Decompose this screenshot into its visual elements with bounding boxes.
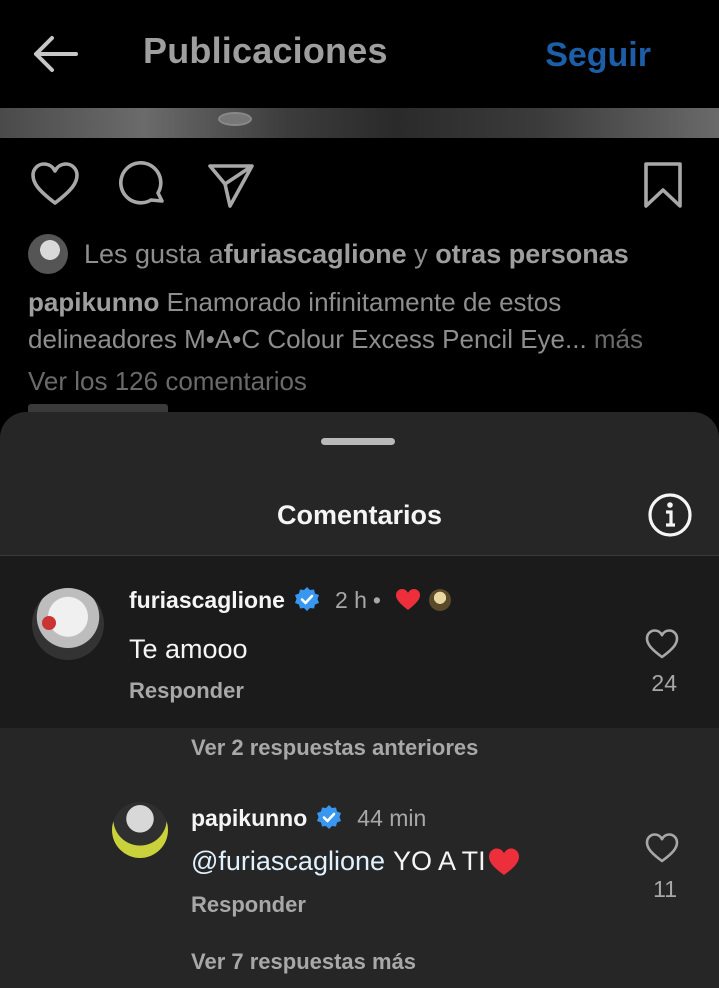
view-previous-replies-link[interactable]: Ver 2 respuestas anteriores: [191, 735, 478, 761]
back-arrow-icon[interactable]: [30, 34, 80, 74]
top-bar: Publicaciones Seguir: [0, 0, 719, 108]
verified-badge-icon: [294, 587, 319, 611]
partially-hidden-comment: [28, 398, 690, 412]
red-heart-emoji-icon: [488, 848, 519, 875]
comment-username[interactable]: furiascaglione: [129, 587, 285, 614]
liker-avatar: [28, 234, 68, 274]
heart-outline-icon[interactable]: [645, 832, 679, 864]
bookmark-icon[interactable]: [638, 160, 688, 210]
reply-button[interactable]: Responder: [129, 678, 244, 704]
author-avatar: [428, 589, 451, 611]
mention-link[interactable]: @furiascaglione: [191, 846, 385, 877]
comment-text: Te amooo: [129, 634, 248, 664]
comments-sheet: Comentarios furiascaglione 2 h • Te amoo…: [0, 412, 719, 988]
author-liked-heart-icon: [395, 589, 420, 610]
reply-text: @furiascaglione YO A TI: [191, 846, 520, 877]
liker-username[interactable]: furiascaglione: [224, 239, 407, 270]
sheet-drag-handle[interactable]: [321, 438, 395, 445]
info-circle-icon[interactable]: [647, 492, 693, 538]
post-caption[interactable]: papikunno Enamorado infinitamente de est…: [28, 284, 688, 358]
post-image-edge[interactable]: [0, 108, 719, 138]
reply-time: 44 min: [357, 804, 427, 831]
reply-button[interactable]: Responder: [191, 892, 306, 918]
heart-outline-icon[interactable]: [30, 160, 80, 210]
view-more-replies-link[interactable]: Ver 7 respuestas más: [191, 949, 416, 975]
avatar[interactable]: [112, 802, 168, 858]
caption-username[interactable]: papikunno: [28, 287, 159, 317]
heart-outline-icon[interactable]: [645, 628, 679, 660]
like-count: 11: [653, 876, 677, 902]
likes-line[interactable]: Les gusta a furiascaglione y otras perso…: [28, 234, 629, 274]
page-title: Publicaciones: [143, 30, 388, 71]
follow-button[interactable]: Seguir: [545, 36, 651, 75]
like-count: 24: [651, 670, 677, 696]
comment-item[interactable]: furiascaglione 2 h • Te amooo Responder …: [0, 556, 719, 728]
comment-bubble-icon[interactable]: [118, 160, 168, 210]
other-likers[interactable]: otras personas: [435, 239, 629, 270]
post-actions: [0, 150, 719, 220]
verified-badge-icon: [317, 805, 342, 829]
sheet-title: Comentarios: [276, 500, 443, 530]
caption-more-link[interactable]: más: [587, 324, 643, 354]
paper-plane-icon[interactable]: [206, 160, 256, 210]
reply-username[interactable]: papikunno: [191, 805, 307, 832]
view-all-comments-link[interactable]: Ver los 126 comentarios: [28, 366, 307, 397]
comment-time: 2 h: [334, 586, 367, 613]
avatar[interactable]: [32, 588, 104, 660]
